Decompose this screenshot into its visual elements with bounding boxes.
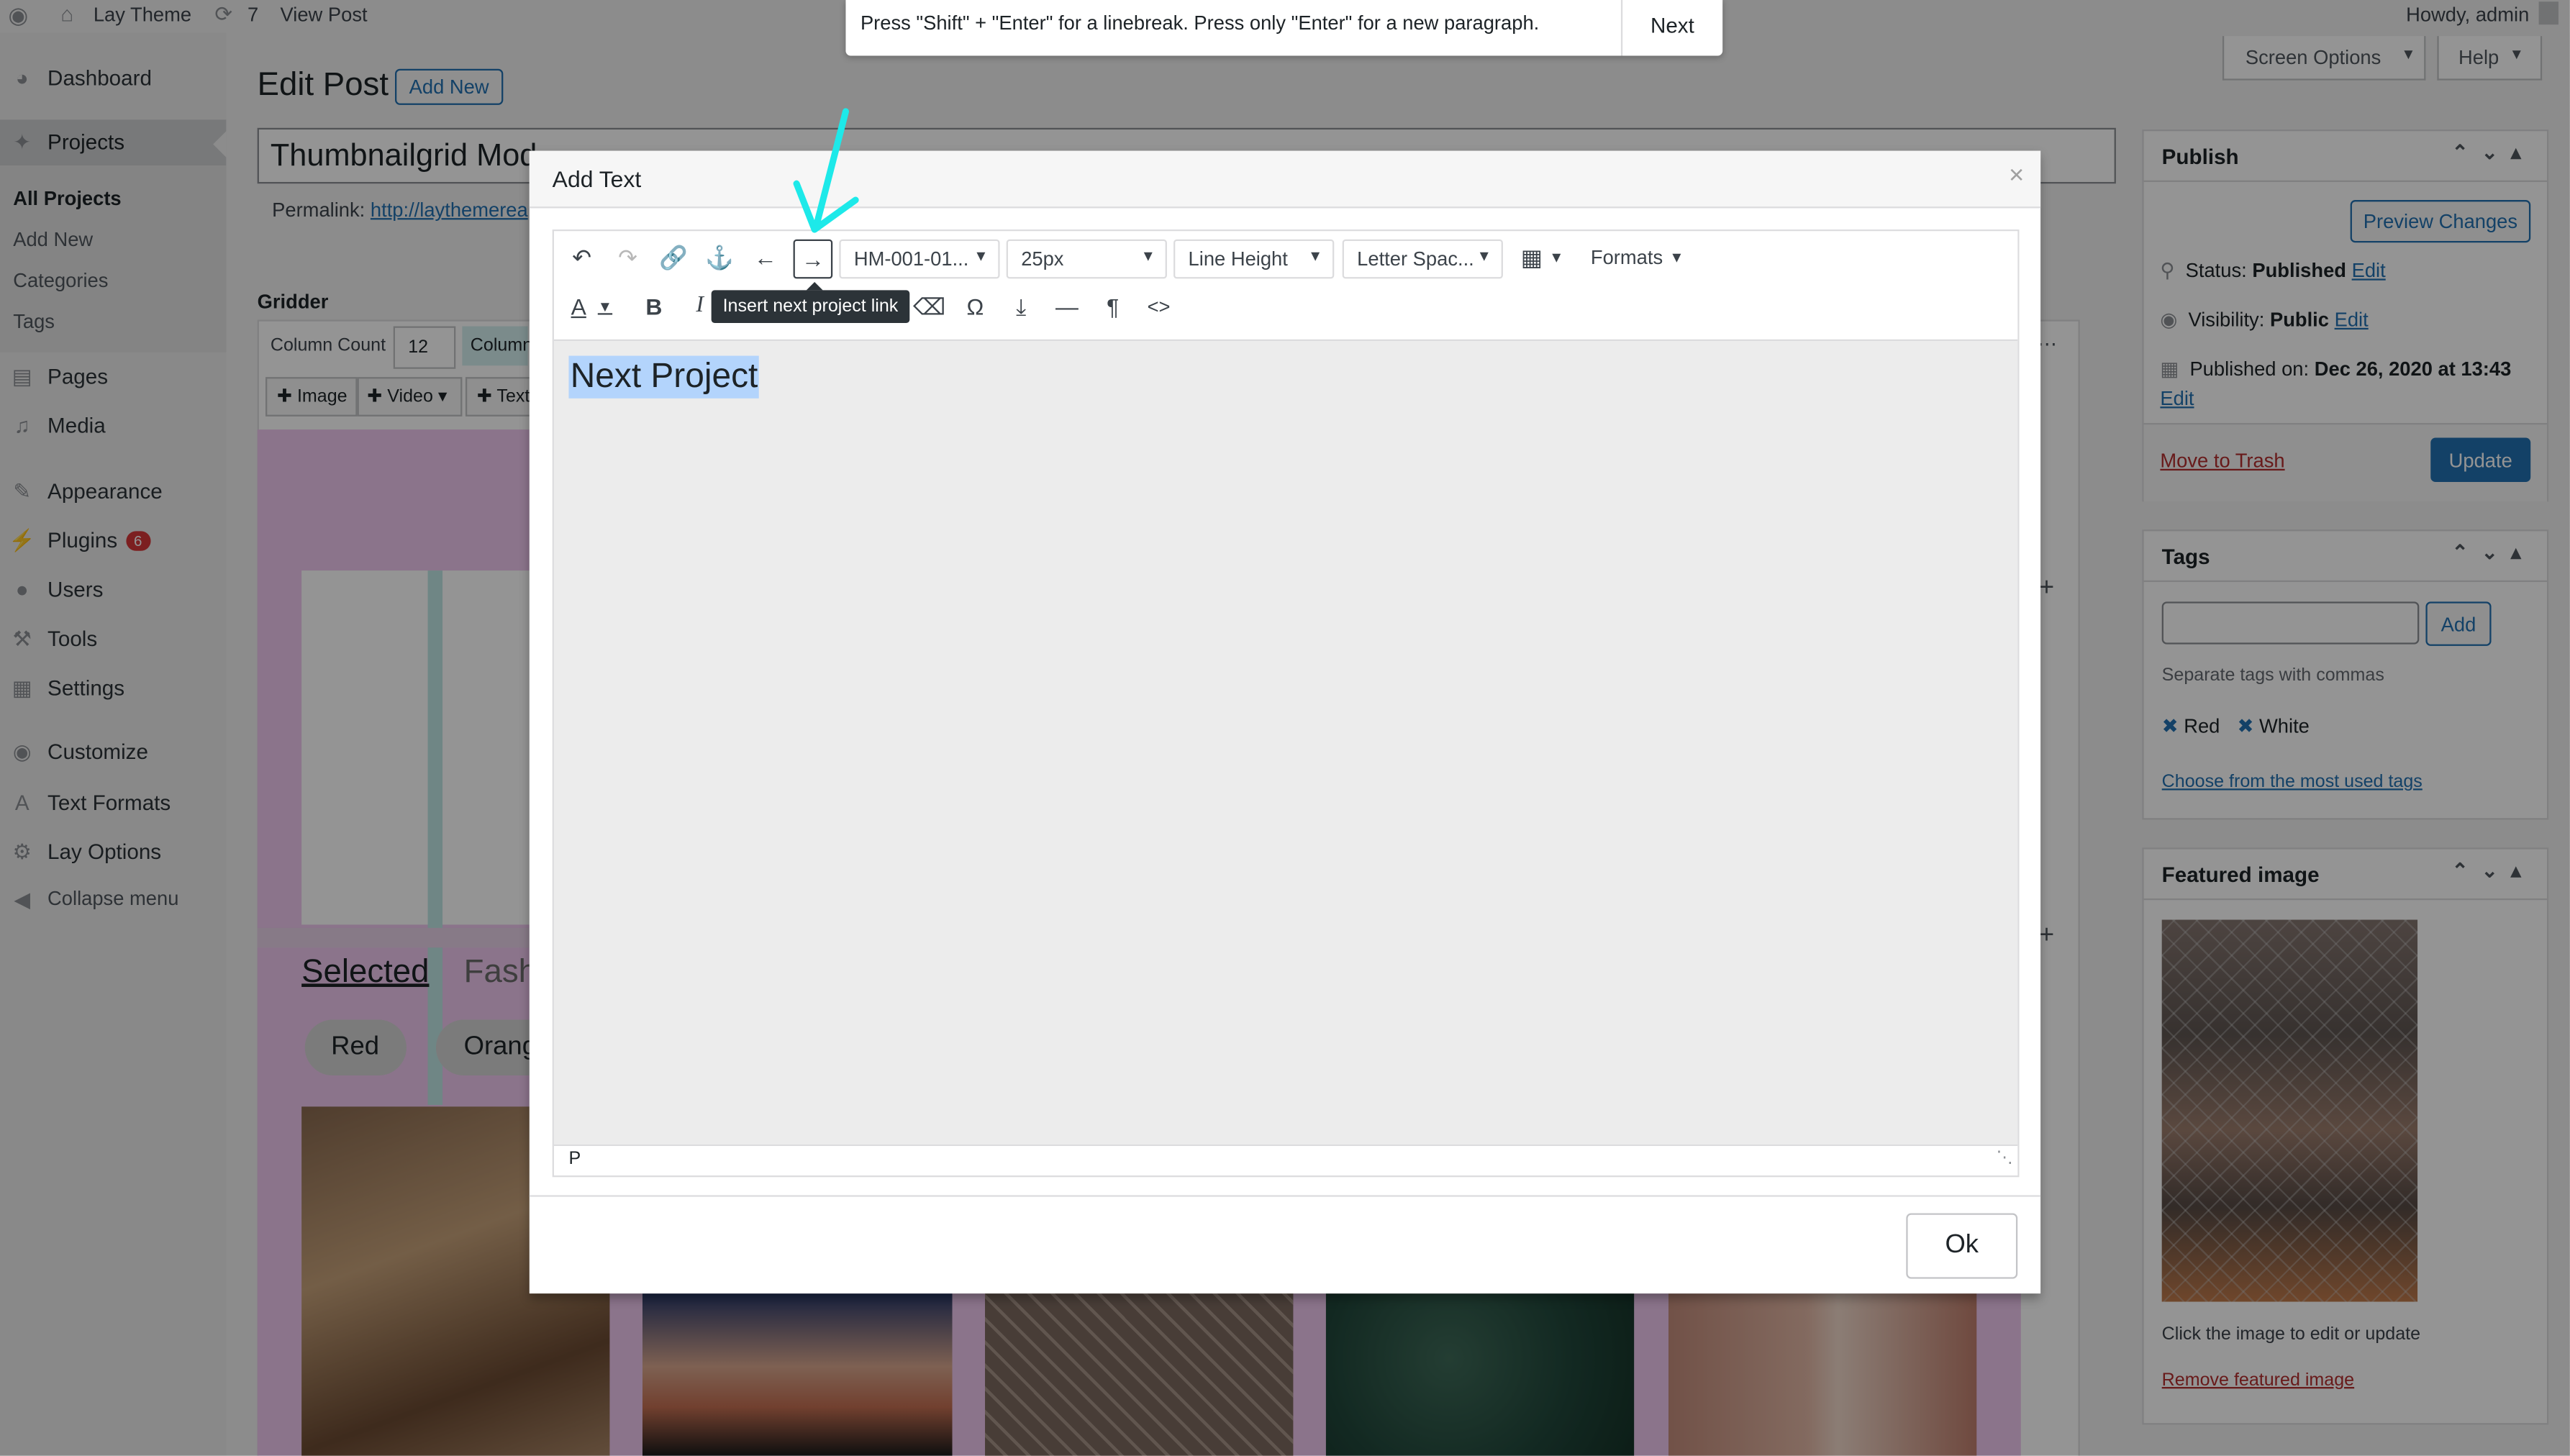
caret-down-icon: ▼ bbox=[1308, 247, 1323, 264]
hint-text: Press "Shift" + "Enter" for a linebreak.… bbox=[860, 11, 1540, 35]
link-icon[interactable]: 🔗 bbox=[655, 240, 691, 276]
annotation-arrow-icon bbox=[793, 108, 859, 233]
insert-icon[interactable]: ⤓ bbox=[1003, 288, 1039, 324]
notice-next-button[interactable]: Next bbox=[1650, 13, 1694, 37]
project-select[interactable]: HM-001-01... ▼ bbox=[839, 239, 1000, 279]
add-text-modal: Add Text × ↶ ↷ 🔗 ⚓ ← → HM-001-01... ▼ 25p… bbox=[529, 150, 2041, 1294]
ok-button[interactable]: Ok bbox=[1906, 1213, 2018, 1279]
caret-down-icon: ▼ bbox=[1476, 247, 1491, 264]
modal-title: Add Text bbox=[552, 165, 642, 192]
unlink-icon[interactable]: ⚓ bbox=[701, 240, 737, 276]
letter-spacing-select[interactable]: Letter Spac... ▼ bbox=[1342, 239, 1503, 279]
resize-handle-icon[interactable]: ⋱ bbox=[1997, 1150, 2013, 1168]
element-path: P bbox=[568, 1149, 581, 1169]
table-icon[interactable]: ▦ ▼ bbox=[1515, 240, 1570, 276]
undo-icon[interactable]: ↶ bbox=[564, 240, 600, 276]
selected-text[interactable]: Next Project bbox=[568, 355, 760, 399]
horizontal-line-icon[interactable]: — bbox=[1049, 288, 1085, 324]
close-icon[interactable]: × bbox=[2009, 163, 2024, 192]
caret-down-icon: ▼ bbox=[973, 247, 989, 264]
hint-notice: Press "Shift" + "Enter" for a linebreak.… bbox=[845, 0, 1723, 56]
modal-footer-divider bbox=[529, 1195, 2041, 1197]
text-color-icon[interactable]: A ▼ bbox=[564, 288, 619, 324]
editor-content-area[interactable]: Next Project bbox=[553, 341, 2018, 1145]
notice-divider bbox=[1620, 0, 1623, 56]
special-character-icon[interactable]: Ω bbox=[957, 288, 993, 324]
redo-icon[interactable]: ↷ bbox=[609, 240, 645, 276]
editor-status-bar: P ⋱ bbox=[553, 1144, 2018, 1176]
font-size-select[interactable]: 25px ▼ bbox=[1006, 239, 1167, 279]
clear-formatting-icon[interactable]: ⌫ bbox=[912, 288, 948, 324]
modal-header: Add Text × bbox=[529, 150, 2041, 209]
tooltip-insert-next-project-link: Insert next project link bbox=[711, 281, 910, 323]
caret-down-icon: ▼ bbox=[1140, 247, 1155, 264]
next-project-link-icon[interactable]: → bbox=[793, 239, 833, 279]
formats-dropdown[interactable]: Formats ▼ bbox=[1584, 240, 1692, 276]
rich-text-editor: ↶ ↷ 🔗 ⚓ ← → HM-001-01... ▼ 25px ▼ Line Hei… bbox=[552, 229, 2020, 1178]
editor-toolbar: ↶ ↷ 🔗 ⚓ ← → HM-001-01... ▼ 25px ▼ Line Hei… bbox=[553, 231, 2018, 342]
bold-icon[interactable]: B bbox=[636, 288, 672, 324]
previous-project-link-icon[interactable]: ← bbox=[748, 240, 784, 276]
source-code-icon[interactable]: <> bbox=[1140, 288, 1176, 324]
line-height-select[interactable]: Line Height ▼ bbox=[1173, 239, 1335, 279]
paragraph-icon[interactable]: ¶ bbox=[1095, 288, 1131, 324]
